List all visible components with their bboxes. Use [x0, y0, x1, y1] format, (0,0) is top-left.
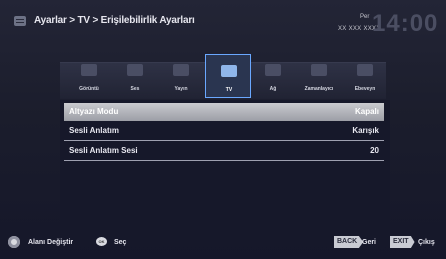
menu-item-value: Karışık [352, 126, 379, 135]
tab-label: TV [225, 87, 233, 93]
tab-tv[interactable]: TV [205, 54, 251, 98]
menu-item-value: Kapalı [354, 107, 379, 116]
tab-broadcast[interactable]: Yayın [158, 54, 204, 98]
menu-item-audio-description-volume[interactable]: Sesli Anlatım Sesi 20 [64, 142, 384, 161]
network-globe-icon [265, 64, 281, 76]
back-hint-label: Geri [362, 239, 377, 246]
tab-label: Yayın [174, 86, 188, 92]
antenna-icon [173, 64, 189, 76]
exit-hint-label: Çıkış [418, 239, 435, 246]
tab-label: Ses [130, 86, 140, 92]
exit-key[interactable]: EXIT [390, 236, 415, 248]
menu-item-audio-description[interactable]: Sesli Anlatım Karışık [64, 122, 384, 141]
clock: 14:00 [372, 10, 439, 37]
day-label: Per [360, 14, 370, 20]
ok-button-icon: OK [96, 237, 107, 246]
tv-settings-screen: Ayarlar > TV > Erişilebilirlik Ayarları … [0, 0, 446, 259]
back-key[interactable]: BACK [334, 236, 364, 248]
tab-label: Ebeveyn [354, 86, 376, 92]
menu-item-label: Altyazı Modu [69, 107, 119, 116]
move-hint-label: Alanı Değiştir [28, 239, 74, 246]
tab-sound[interactable]: Ses [112, 54, 158, 98]
footer-hints: Alanı Değiştir OK Seç BACK Geri EXIT Çık… [0, 232, 446, 259]
header: Ayarlar > TV > Erişilebilirlik Ayarları … [0, 0, 446, 44]
tv-icon [221, 65, 237, 77]
tab-label: Zamanlayıcı [304, 86, 334, 92]
picture-icon [81, 64, 97, 76]
menu-item-subtitle-mode[interactable]: Altyazı Modu Kapalı [64, 103, 384, 121]
speaker-icon [127, 64, 143, 76]
menu-item-value: 20 [370, 146, 379, 155]
dpad-icon [8, 236, 20, 248]
menu-icon [14, 16, 26, 26]
tab-label: Ağ [269, 86, 277, 92]
select-hint-label: Seç [114, 239, 127, 246]
breadcrumb: Ayarlar > TV > Erişilebilirlik Ayarları [34, 15, 195, 26]
tab-network[interactable]: Ağ [250, 54, 296, 98]
tab-parental[interactable]: Ebeveyn [342, 54, 388, 98]
tab-picture[interactable]: Görüntü [66, 54, 112, 98]
timer-icon [311, 64, 327, 76]
menu-item-label: Sesli Anlatım Sesi [69, 146, 138, 155]
tab-label: Görüntü [79, 86, 99, 92]
menu-item-label: Sesli Anlatım [69, 126, 119, 135]
parental-icon [357, 64, 373, 76]
tab-timer[interactable]: Zamanlayıcı [296, 54, 342, 98]
